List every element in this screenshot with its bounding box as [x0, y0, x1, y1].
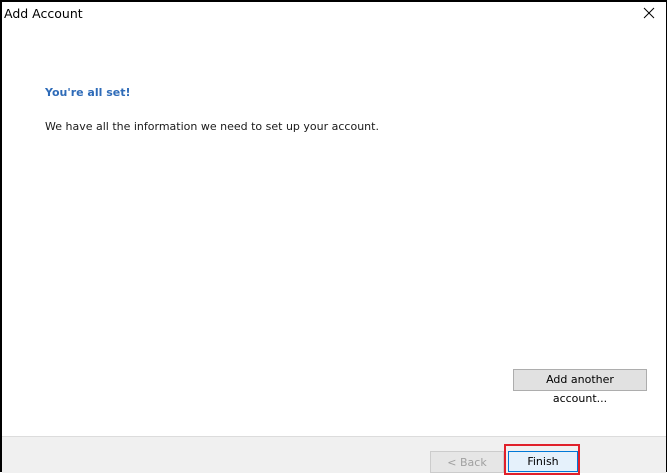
back-button[interactable]: < Back — [430, 451, 504, 473]
close-button[interactable] — [642, 6, 656, 20]
finish-button[interactable]: Finish — [508, 451, 578, 472]
add-another-account-button[interactable]: Add another account... — [513, 369, 647, 405]
window-title: Add Account — [4, 6, 83, 21]
setup-message: We have all the information we need to s… — [45, 120, 379, 133]
success-heading: You're all set! — [45, 86, 131, 99]
close-icon — [643, 7, 655, 19]
add-account-dialog: Add Account You're all set! We have all … — [0, 0, 667, 475]
dialog-content: You're all set! We have all the informat… — [2, 28, 666, 436]
dialog-footer: < Back Finish — [2, 436, 666, 475]
title-bar: Add Account — [2, 2, 666, 28]
